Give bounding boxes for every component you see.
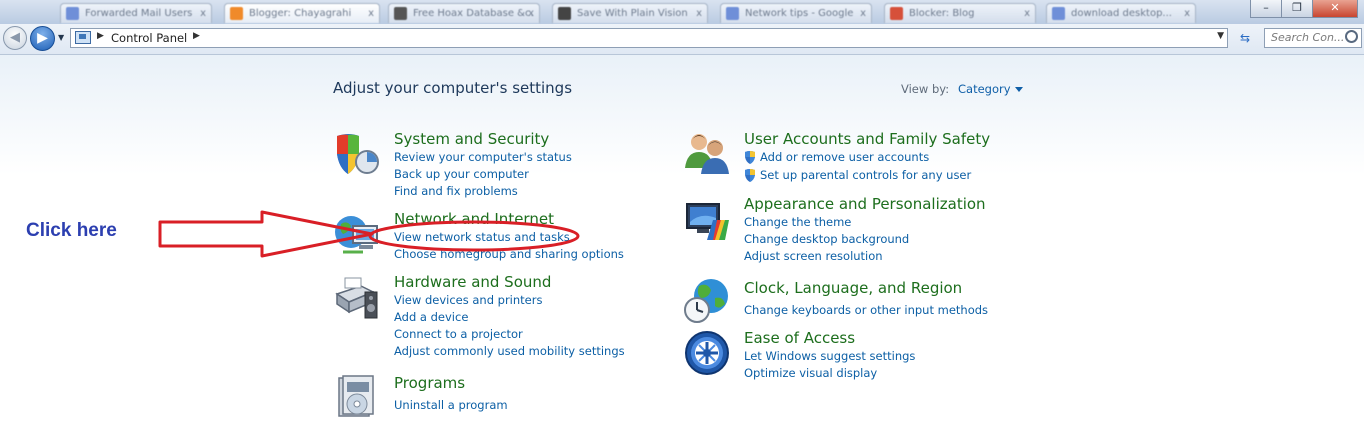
tab-close-icon[interactable]: x: [368, 4, 374, 23]
control-panel-icon: [75, 31, 91, 44]
tab-favicon: [726, 7, 739, 20]
hardware-sound-icon[interactable]: [333, 272, 381, 320]
browser-tab[interactable]: download desktop... x: [1046, 3, 1196, 23]
link-parental-controls[interactable]: Set up parental controls for any user: [760, 168, 971, 182]
tab-favicon: [1052, 7, 1065, 20]
tab-close-icon[interactable]: x: [1184, 4, 1190, 23]
refresh-icon[interactable]: ⇆: [1235, 29, 1255, 47]
tab-favicon: [230, 7, 243, 20]
link-add-remove-users[interactable]: Add or remove user accounts: [760, 150, 929, 164]
back-button[interactable]: ◀: [3, 26, 27, 50]
ease-of-access-icon[interactable]: [683, 329, 731, 377]
browser-tab[interactable]: Blogger: Chayagrahi x: [224, 3, 380, 23]
link-mobility-settings[interactable]: Adjust commonly used mobility settings: [394, 344, 625, 358]
navigation-bar: ◀ ▶ ▼ ▶ Control Panel ▶ ▼ ⇆ Search Con..…: [0, 24, 1364, 55]
browser-tab[interactable]: Network tips - Google x: [720, 3, 872, 23]
link-desktop-background[interactable]: Change desktop background: [744, 232, 909, 246]
view-by-label: View by:: [901, 82, 950, 96]
forward-button[interactable]: ▶: [30, 26, 55, 51]
search-icon[interactable]: [1345, 30, 1358, 43]
breadcrumb-chevron-icon[interactable]: ▶: [97, 31, 104, 41]
tab-close-icon[interactable]: x: [696, 4, 702, 23]
page-title: Adjust your computer's settings: [333, 79, 573, 97]
minimize-button[interactable]: –: [1250, 0, 1282, 18]
address-dropdown-icon[interactable]: ▼: [1217, 31, 1224, 41]
window-controls: – ❐ ✕: [1250, 0, 1358, 18]
close-button[interactable]: ✕: [1312, 0, 1358, 18]
tab-close-icon[interactable]: x: [200, 4, 206, 23]
link-homegroup-sharing[interactable]: Choose homegroup and sharing options: [394, 247, 624, 261]
link-optimize-display[interactable]: Optimize visual display: [744, 366, 877, 380]
tab-favicon: [66, 7, 79, 20]
chevron-down-icon: [1014, 87, 1023, 92]
recent-pages-dropdown-icon[interactable]: ▼: [58, 33, 64, 42]
category-appearance[interactable]: Appearance and Personalization: [744, 195, 986, 213]
system-security-icon[interactable]: [333, 130, 381, 178]
category-hardware-sound[interactable]: Hardware and Sound: [394, 273, 551, 291]
view-by-dropdown[interactable]: Category: [958, 82, 1023, 96]
link-find-fix[interactable]: Find and fix problems: [394, 184, 518, 198]
category-programs[interactable]: Programs: [394, 374, 465, 392]
link-uninstall-program[interactable]: Uninstall a program: [394, 398, 508, 412]
browser-tab[interactable]: Save With Plain Vision x: [552, 3, 708, 23]
tab-close-icon[interactable]: x: [528, 4, 534, 23]
category-clock-region[interactable]: Clock, Language, and Region: [744, 279, 962, 297]
appearance-personalization-icon[interactable]: [683, 198, 731, 246]
link-view-network-status[interactable]: View network status and tasks: [394, 230, 570, 244]
clock-language-region-icon[interactable]: [683, 276, 731, 324]
tab-close-icon[interactable]: x: [1024, 4, 1030, 23]
breadcrumb-control-panel[interactable]: Control Panel: [111, 31, 187, 45]
address-bar[interactable]: ▶ Control Panel ▶ ▼: [70, 28, 1228, 48]
uac-shield-icon: [745, 169, 755, 182]
link-devices-printers[interactable]: View devices and printers: [394, 293, 542, 307]
search-input[interactable]: Search Con...: [1264, 28, 1362, 48]
user-accounts-icon[interactable]: [683, 128, 731, 176]
browser-tab[interactable]: Forwarded Mail Users x: [60, 3, 212, 23]
browser-tab[interactable]: Blocker: Blog x: [884, 3, 1036, 23]
title-bar: Forwarded Mail Users x Blogger: Chayagrah…: [0, 0, 1364, 25]
maximize-button[interactable]: ❐: [1281, 0, 1313, 18]
link-add-device[interactable]: Add a device: [394, 310, 468, 324]
click-here-annotation: Click here: [26, 220, 117, 241]
link-back-up[interactable]: Back up your computer: [394, 167, 529, 181]
category-user-accounts[interactable]: User Accounts and Family Safety: [744, 130, 990, 148]
breadcrumb-chevron-icon[interactable]: ▶: [193, 31, 200, 41]
category-system-security[interactable]: System and Security: [394, 130, 549, 148]
category-ease-access[interactable]: Ease of Access: [744, 329, 855, 347]
network-internet-icon[interactable]: [333, 212, 381, 260]
programs-icon[interactable]: [333, 372, 381, 420]
link-windows-suggest[interactable]: Let Windows suggest settings: [744, 349, 915, 363]
uac-shield-icon: [745, 151, 755, 164]
link-screen-resolution[interactable]: Adjust screen resolution: [744, 249, 883, 263]
browser-tab[interactable]: Free Hoax Database &c. x: [388, 3, 540, 23]
link-review-status[interactable]: Review your computer's status: [394, 150, 572, 164]
tab-favicon: [890, 7, 903, 20]
link-keyboards-input[interactable]: Change keyboards or other input methods: [744, 303, 988, 317]
tab-favicon: [394, 7, 407, 20]
link-change-theme[interactable]: Change the theme: [744, 215, 851, 229]
tab-close-icon[interactable]: x: [860, 4, 866, 23]
tab-favicon: [558, 7, 571, 20]
content-area: [0, 55, 1364, 430]
category-network-internet[interactable]: Network and Internet: [394, 210, 554, 228]
link-connect-projector[interactable]: Connect to a projector: [394, 327, 523, 341]
